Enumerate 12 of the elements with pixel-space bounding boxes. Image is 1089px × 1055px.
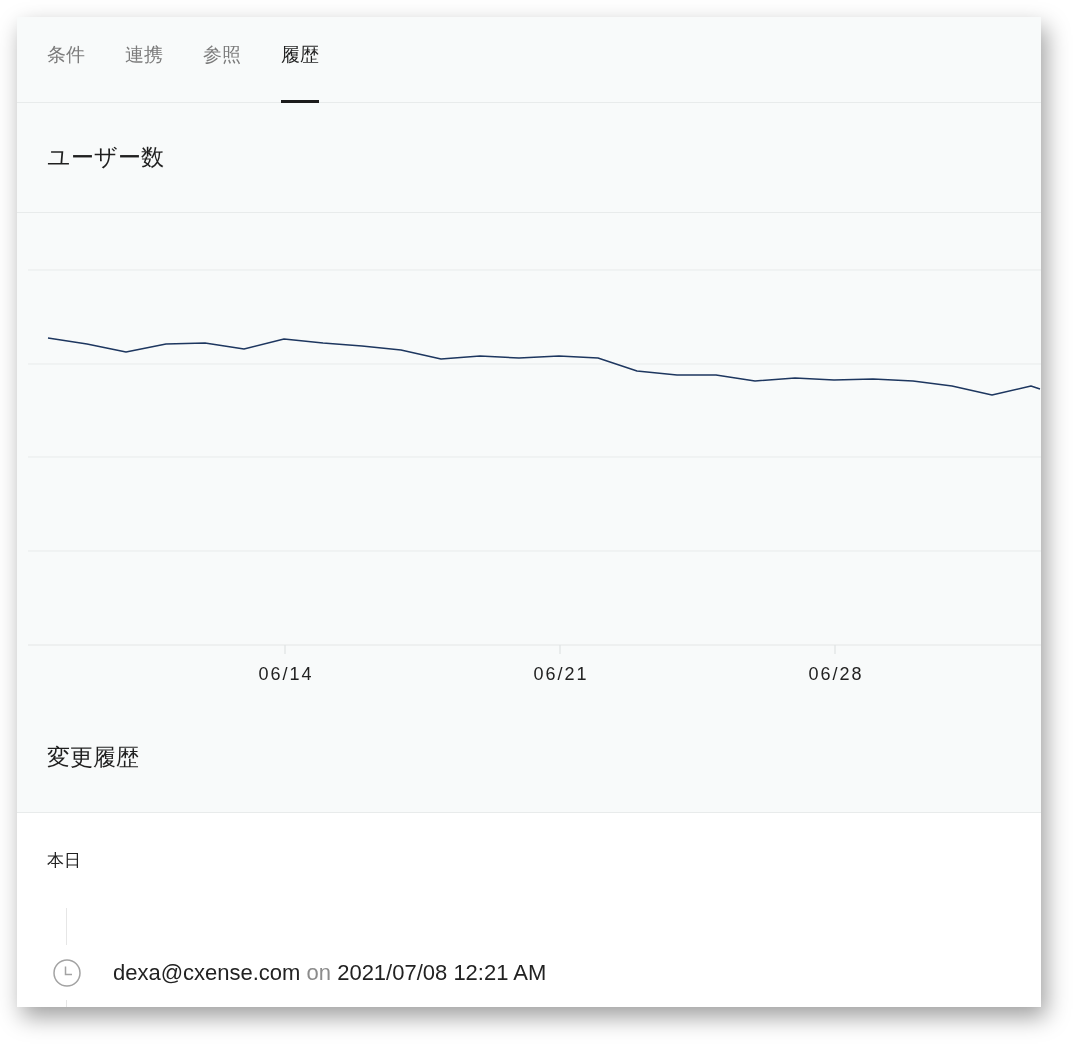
tab[interactable]: 履歴: [281, 17, 319, 103]
x-axis-label: 06/21: [533, 663, 589, 685]
x-axis-label: 06/28: [808, 663, 864, 685]
date-group-label: 本日: [47, 851, 81, 871]
tab[interactable]: 条件: [47, 17, 85, 103]
tab[interactable]: 連携: [125, 17, 163, 103]
history-entry-text: dexa@cxense.com on 2021/07/08 12:21 AM: [113, 960, 547, 986]
tab[interactable]: 参照: [203, 17, 241, 103]
chart-title: ユーザー数: [47, 143, 164, 171]
history-title: 変更履歴: [47, 743, 139, 771]
x-axis-label: 06/14: [258, 663, 314, 685]
clock-icon: [53, 959, 81, 987]
